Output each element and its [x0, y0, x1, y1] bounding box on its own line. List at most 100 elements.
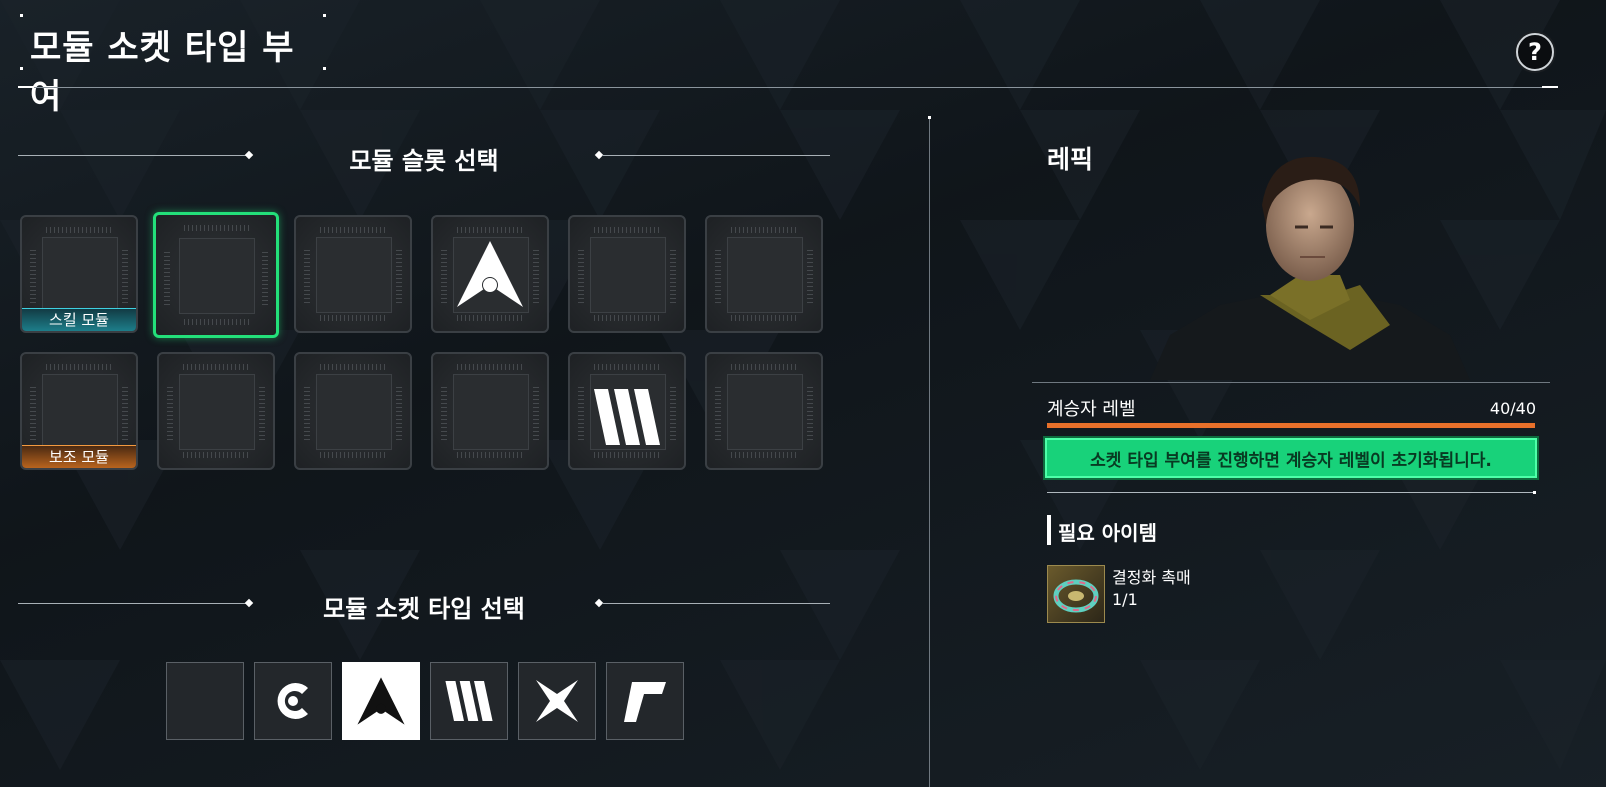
chip-pins	[807, 247, 813, 303]
level-bar	[1047, 423, 1535, 428]
chip-pins	[670, 247, 676, 303]
chip-pins	[594, 364, 660, 370]
sub-module-tag: 보조 모듈	[22, 445, 136, 468]
crystal-catalyst-icon[interactable]	[1047, 565, 1105, 623]
required-items-title: 필요 아이템	[1058, 521, 1157, 545]
panel-divider	[928, 116, 931, 787]
header-line-right	[602, 603, 830, 604]
arrow-a-icon	[457, 241, 523, 307]
module-slot-arrow[interactable]	[431, 215, 549, 333]
chip-pins	[715, 384, 721, 440]
chip-pins	[259, 384, 265, 440]
chip-pins	[304, 247, 310, 303]
help-label: ?	[1528, 38, 1542, 66]
chip-pins	[183, 364, 249, 370]
page-title: 모듈 소켓 타입 부여	[20, 14, 326, 117]
chip-core	[179, 374, 255, 450]
chip-pins	[30, 247, 36, 303]
reset-warning-banner: 소켓 타입 부여를 진행하면 계승자 레벨이 초기화됩니다.	[1043, 436, 1539, 480]
module-slot[interactable]	[568, 215, 686, 333]
chip-pins	[184, 225, 250, 231]
divider-tick	[1542, 86, 1558, 88]
header-line-right	[602, 155, 830, 156]
socket-section-header: 모듈 소켓 타입 선택	[18, 589, 830, 623]
corner-mark	[20, 67, 23, 70]
chip-core	[316, 237, 392, 313]
chip-pins	[731, 452, 797, 458]
chip-pins	[46, 364, 112, 370]
arrow-a-icon	[357, 677, 405, 725]
chip-pins	[594, 315, 660, 321]
module-slot[interactable]	[157, 352, 275, 470]
chip-pins	[578, 247, 584, 303]
help-button[interactable]: ?	[1516, 33, 1554, 71]
socket-type-r-shape[interactable]	[606, 662, 684, 740]
header-divider	[18, 86, 1558, 88]
level-label: 계승자 레벨	[1047, 399, 1136, 420]
chip-pins	[46, 227, 112, 233]
chip-pins	[320, 315, 386, 321]
portrait-divider	[1032, 382, 1550, 383]
character-name: 레픽	[1047, 145, 1094, 174]
module-slot-skill[interactable]: 스킬 모듈	[20, 215, 138, 333]
socket-type-c-ring[interactable]	[254, 662, 332, 740]
level-bar-fill	[1047, 423, 1535, 428]
chip-pins	[441, 247, 447, 303]
chip-pins	[731, 364, 797, 370]
chip-pins	[457, 364, 523, 370]
chip-core	[727, 237, 803, 313]
chip-core	[453, 374, 529, 450]
triple-bar-icon	[445, 681, 493, 721]
slot-section-header: 모듈 슬롯 선택	[18, 141, 830, 175]
chip-core	[316, 374, 392, 450]
chip-pins	[184, 319, 250, 325]
chip-pins	[396, 247, 402, 303]
chip-pins	[320, 452, 386, 458]
module-slot-selected[interactable]	[153, 212, 279, 338]
chip-pins	[533, 384, 539, 440]
chip-pins	[122, 384, 128, 440]
character-portrait	[1150, 156, 1470, 380]
module-slot[interactable]	[705, 215, 823, 333]
chip-core	[42, 237, 118, 313]
chip-pins	[457, 315, 523, 321]
corner-mark	[323, 67, 326, 70]
module-slot[interactable]	[431, 352, 549, 470]
slot-section-title: 모듈 슬롯 선택	[349, 147, 499, 175]
section-divider	[1047, 491, 1536, 494]
chip-pins	[807, 384, 813, 440]
module-slot-triple-bar[interactable]	[568, 352, 686, 470]
chip-pins	[578, 384, 584, 440]
chip-core	[179, 238, 255, 314]
r-shape-icon	[624, 682, 666, 722]
page-title-text: 모듈 소켓 타입 부여	[30, 28, 295, 117]
socket-type-star[interactable]	[518, 662, 596, 740]
chip-pins	[731, 315, 797, 321]
socket-type-triple-bar[interactable]	[430, 662, 508, 740]
required-title-marker	[1047, 515, 1051, 545]
module-slot[interactable]	[705, 352, 823, 470]
chip-core	[42, 374, 118, 450]
socket-type-empty[interactable]	[166, 662, 244, 740]
chip-pins	[30, 384, 36, 440]
module-slot[interactable]	[294, 352, 412, 470]
chip-pins	[164, 249, 170, 305]
socket-section-title: 모듈 소켓 타입 선택	[323, 595, 525, 623]
reset-warning-text: 소켓 타입 부여를 진행하면 계승자 레벨이 초기화됩니다.	[1090, 450, 1492, 471]
required-item-count: 1/1	[1112, 590, 1138, 609]
socket-type-arrow[interactable]	[342, 662, 420, 740]
chip-pins	[594, 227, 660, 233]
required-item-name: 결정화 촉매	[1112, 568, 1191, 587]
chip-pins	[304, 384, 310, 440]
divider-tick	[18, 86, 34, 88]
chip-pins	[457, 227, 523, 233]
module-slot-sub[interactable]: 보조 모듈	[20, 352, 138, 470]
chip-pins	[320, 364, 386, 370]
chip-pins	[731, 227, 797, 233]
chip-pins	[183, 452, 249, 458]
module-slot[interactable]	[294, 215, 412, 333]
chip-core	[727, 374, 803, 450]
chip-pins	[441, 384, 447, 440]
c-ring-icon	[277, 683, 308, 719]
chip-pins	[533, 247, 539, 303]
